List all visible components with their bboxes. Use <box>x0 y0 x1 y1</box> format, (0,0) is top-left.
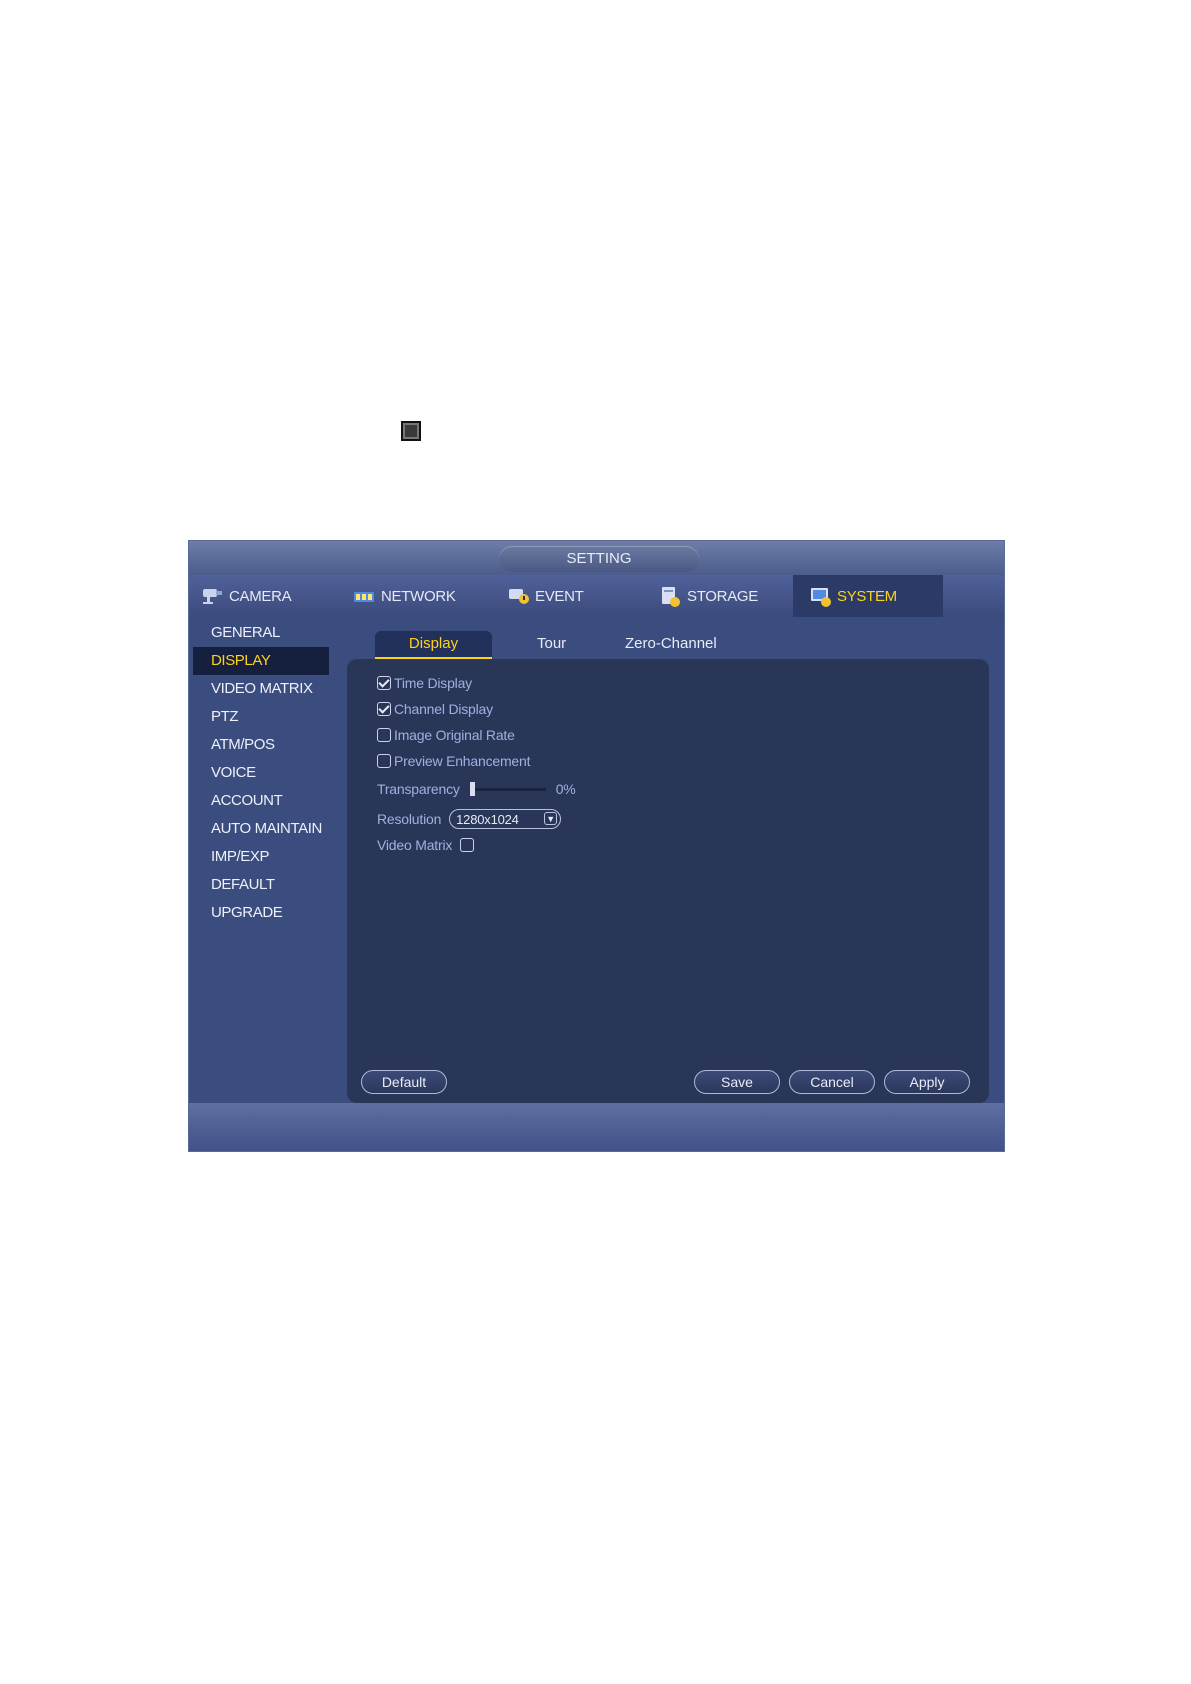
camera-icon <box>201 586 223 606</box>
sidebar-item-auto-maintain[interactable]: AUTO MAINTAIN <box>193 815 343 843</box>
option-video-matrix: Video Matrix <box>377 837 477 853</box>
video-matrix-label: Video Matrix <box>377 837 453 853</box>
storage-icon <box>659 586 681 607</box>
resolution-label: Resolution <box>377 811 442 827</box>
tab-event[interactable]: EVENT <box>507 575 647 617</box>
option-label: Time Display <box>394 675 472 691</box>
option-image-original-rate[interactable]: Image Original Rate <box>377 727 515 743</box>
network-icon <box>353 586 375 606</box>
sidebar-item-account[interactable]: ACCOUNT <box>193 787 343 815</box>
time-display-checkbox[interactable] <box>377 676 391 690</box>
save-button[interactable]: Save <box>694 1070 780 1094</box>
subtab-display[interactable]: Display <box>375 631 492 659</box>
image-original-rate-checkbox[interactable] <box>377 728 391 742</box>
window-title: SETTING <box>499 546 699 572</box>
sidebar-item-general[interactable]: GENERAL <box>193 619 343 647</box>
tab-system[interactable]: SYSTEM <box>793 575 943 617</box>
sidebar-item-display[interactable]: DISPLAY <box>193 647 329 675</box>
sidebar-item-default[interactable]: DEFAULT <box>193 871 343 899</box>
sidebar-menu: GENERAL DISPLAY VIDEO MATRIX PTZ ATM/POS… <box>193 619 343 927</box>
option-preview-enhancement[interactable]: Preview Enhancement <box>377 753 530 769</box>
stop-icon <box>401 421 421 441</box>
slider-handle[interactable] <box>469 781 475 796</box>
option-label: Image Original Rate <box>394 727 515 743</box>
sidebar-item-atm-pos[interactable]: ATM/POS <box>193 731 343 759</box>
tab-label: NETWORK <box>381 587 456 605</box>
tab-label: STORAGE <box>687 587 758 605</box>
sidebar-item-imp-exp[interactable]: IMP/EXP <box>193 843 343 871</box>
title-bar: SETTING <box>189 541 1004 575</box>
tab-storage[interactable]: STORAGE <box>659 575 799 617</box>
tab-network[interactable]: NETWORK <box>353 575 493 617</box>
sidebar-item-voice[interactable]: VOICE <box>193 759 343 787</box>
subtab-tour[interactable]: Tour <box>537 631 566 657</box>
option-time-display[interactable]: Time Display <box>377 675 472 691</box>
display-settings-panel: Time Display Channel Display Image Origi… <box>347 659 989 1103</box>
option-label: Channel Display <box>394 701 493 717</box>
chevron-down-icon[interactable]: ▼ <box>544 812 558 825</box>
bottom-bar <box>189 1103 1004 1151</box>
tab-label: CAMERA <box>229 587 292 605</box>
option-channel-display[interactable]: Channel Display <box>377 701 493 717</box>
transparency-value: 0% <box>555 781 576 797</box>
subtab-zero-channel[interactable]: Zero-Channel <box>625 631 717 657</box>
option-label: Preview Enhancement <box>394 753 531 769</box>
sidebar-item-ptz[interactable]: PTZ <box>193 703 343 731</box>
tab-label: SYSTEM <box>837 587 897 605</box>
tab-label: EVENT <box>535 587 584 605</box>
channel-display-checkbox[interactable] <box>377 702 391 716</box>
preview-enhancement-checkbox[interactable] <box>377 754 391 768</box>
resolution-value: 1280x1024 <box>456 811 519 827</box>
transparency-slider[interactable] <box>469 781 546 796</box>
video-matrix-checkbox[interactable] <box>460 838 475 852</box>
sidebar-item-upgrade[interactable]: UPGRADE <box>193 899 343 927</box>
option-resolution: Resolution 1280x1024 ▼ <box>377 809 562 829</box>
cancel-button[interactable]: Cancel <box>789 1070 875 1094</box>
resolution-select[interactable]: 1280x1024 ▼ <box>449 809 562 829</box>
event-icon <box>507 586 529 606</box>
system-icon <box>809 586 831 607</box>
setting-window: SETTING CAMERA NETWORK EVENT STORAGE SYS… <box>188 540 1005 1152</box>
apply-button[interactable]: Apply <box>884 1070 970 1094</box>
main-tab-bar: CAMERA NETWORK EVENT STORAGE SYSTEM <box>189 575 1004 617</box>
default-button[interactable]: Default <box>361 1070 447 1094</box>
tab-camera[interactable]: CAMERA <box>201 575 341 617</box>
sidebar-item-video-matrix[interactable]: VIDEO MATRIX <box>193 675 343 703</box>
option-transparency: Transparency 0% <box>377 781 576 797</box>
transparency-label: Transparency <box>377 781 460 797</box>
